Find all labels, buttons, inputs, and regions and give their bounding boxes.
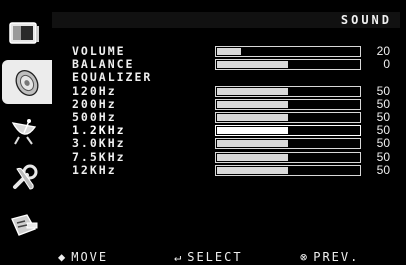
menu-row-1-2khz[interactable]: 1.2KHz 50 [72, 124, 392, 137]
menu-row-label: 500Hz [72, 110, 117, 124]
setup-icon[interactable] [2, 156, 46, 200]
level-slider[interactable] [215, 85, 361, 97]
menu-row-label: BALANCE [72, 57, 135, 72]
level-slider[interactable] [215, 125, 361, 137]
menu-row-200hz[interactable]: 200Hz 50 [72, 96, 392, 111]
footer-hints: ◆ MOVE ↵ SELECT ⊗ PREV. [0, 249, 406, 265]
level-slider-fill [217, 48, 241, 55]
menu-row-120hz[interactable]: 120Hz 50 [72, 83, 392, 98]
sound-icon[interactable] [2, 60, 52, 104]
picture-icon[interactable] [2, 12, 46, 56]
level-slider[interactable] [215, 138, 361, 150]
menu-row-label: 200Hz [72, 96, 117, 111]
header-bar: SOUND [52, 12, 400, 28]
menu-row-value: 50 [376, 123, 390, 138]
menu-row-label: EQUALIZER [72, 70, 153, 85]
prev-label: PREV. [313, 250, 360, 264]
setup-icon-graphic [13, 164, 38, 190]
menu-row-value: 50 [376, 149, 390, 164]
input-icon-graphic [11, 214, 38, 236]
menu-row-value: 0 [383, 57, 390, 72]
menu-row-value: 20 [376, 44, 390, 58]
menu-row-balance[interactable]: BALANCE 0 [72, 58, 392, 71]
menu-row-value: 50 [376, 162, 390, 177]
select-label: SELECT [187, 250, 243, 264]
level-slider-fill [217, 61, 288, 69]
menu-row-7-5khz[interactable]: 7.5KHz 50 [72, 149, 392, 164]
menu-row-3-0khz[interactable]: 3.0KHz 50 [72, 137, 392, 150]
satellite-icon[interactable] [2, 108, 46, 152]
level-slider-fill [217, 140, 288, 148]
level-slider[interactable] [215, 112, 361, 123]
osd-screen: SOUND VOLUME 20 BALANCE 0 EQUALIZER 120Hz 50 20… [0, 0, 406, 265]
menu-row-500hz[interactable]: 500Hz 50 [72, 111, 392, 124]
level-slider-fill [217, 87, 288, 95]
menu-row-value [360, 71, 390, 84]
move-arrows-icon: ◆ [58, 250, 66, 264]
prev-icon: ⊗ [300, 250, 308, 264]
menu-row-equalizer[interactable]: EQUALIZER [72, 71, 392, 84]
level-slider-fill [217, 127, 288, 135]
level-slider[interactable] [215, 151, 361, 163]
move-hint: ◆ MOVE [58, 249, 108, 265]
level-slider[interactable] [215, 164, 361, 176]
menu-row-value: 50 [376, 136, 390, 151]
level-slider[interactable] [215, 98, 361, 110]
level-slider-fill [217, 166, 288, 174]
prev-hint: ⊗ PREV. [300, 249, 359, 265]
page-title: SOUND [340, 13, 392, 27]
enter-icon: ↵ [174, 250, 182, 264]
level-slider[interactable] [215, 46, 361, 57]
menu-row-label: VOLUME [72, 44, 126, 58]
level-slider-fill [217, 153, 288, 161]
menu-row-value: 50 [376, 83, 390, 98]
level-slider[interactable] [215, 59, 361, 71]
picture-icon-graphic [9, 22, 39, 44]
menu-row-label: 12KHz [72, 162, 117, 177]
move-label: MOVE [71, 250, 109, 264]
sound-icon-graphic [15, 70, 39, 96]
level-slider-fill [217, 114, 288, 121]
input-icon[interactable] [2, 204, 46, 248]
menu-row-label: 3.0KHz [72, 136, 126, 151]
menu-row-label: 1.2KHz [72, 123, 126, 138]
menu-row-label: 7.5KHz [72, 149, 126, 164]
menu-row-volume[interactable]: VOLUME 20 [72, 45, 392, 58]
select-hint: ↵ SELECT [174, 249, 243, 265]
menu-row-value: 50 [376, 110, 390, 124]
menu-row-value: 50 [376, 96, 390, 111]
level-slider-fill [217, 100, 288, 108]
satellite-icon-graphic [11, 119, 37, 145]
menu-row-label: 120Hz [72, 83, 117, 98]
menu-row-12khz[interactable]: 12KHz 50 [72, 162, 392, 177]
menu-icon-column [0, 0, 52, 248]
